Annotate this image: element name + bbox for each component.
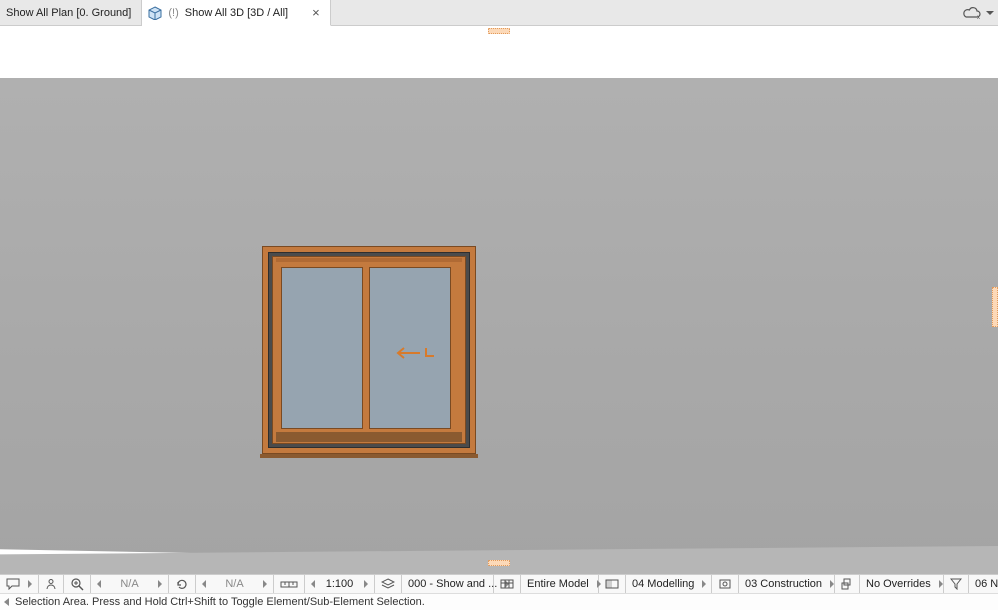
angle-2-value: N/A — [225, 578, 243, 590]
sash-track-top — [276, 258, 462, 262]
chevron-right-icon — [702, 580, 706, 588]
tab-bar: Show All Plan [0. Ground] (!) Show All 3… — [0, 0, 998, 26]
close-icon[interactable]: × — [312, 5, 320, 20]
panel-drag-handle-bottom[interactable] — [488, 560, 510, 566]
chevron-left-icon[interactable] — [311, 580, 315, 588]
zoom-button[interactable] — [64, 575, 91, 593]
tab-3d-prefix: (!) — [168, 7, 178, 19]
scale-field[interactable]: 1:100 — [305, 575, 375, 593]
opening-direction-arrow-icon — [388, 344, 436, 362]
rotate-icon-button[interactable] — [169, 575, 196, 593]
chevron-down-icon[interactable] — [986, 11, 994, 15]
renovation-phase-field[interactable]: 04 Modelling — [626, 575, 712, 593]
chevron-left-icon[interactable] — [202, 580, 206, 588]
override-field[interactable]: No Overrides — [860, 575, 944, 593]
angle-field-1[interactable]: N/A — [91, 575, 169, 593]
tab-3d-label: Show All 3D [3D / All] — [185, 7, 288, 19]
panel-drag-handle-top[interactable] — [488, 28, 510, 34]
filter-field[interactable]: 06 No Filters Ap... — [969, 575, 998, 593]
status-bar: N/A N/A 1:100 000 - Show and ... — [0, 574, 998, 593]
layer-combination-field[interactable]: 000 - Show and ... — [402, 575, 494, 593]
override-value: No Overrides — [866, 578, 931, 590]
speech-bubble-button[interactable] — [0, 575, 39, 593]
construction-phase-field[interactable]: 03 Construction — [739, 575, 835, 593]
cloud-icon[interactable]: x — [960, 6, 982, 20]
override-icon[interactable] — [835, 575, 860, 593]
chevron-right-icon — [28, 580, 32, 588]
cube-icon — [148, 6, 162, 20]
scale-value: 1:100 — [326, 578, 354, 590]
chevron-right-icon — [939, 580, 943, 588]
toolbar-strip — [0, 26, 998, 40]
window-element[interactable] — [262, 246, 476, 454]
layers-icon[interactable] — [375, 575, 402, 593]
viewport-3d[interactable] — [0, 40, 998, 574]
window-pane-left — [278, 264, 366, 432]
chevron-right-icon[interactable] — [263, 580, 267, 588]
scale-icon[interactable] — [274, 575, 305, 593]
hint-bar: Selection Area. Press and Hold Ctrl+Shif… — [0, 593, 998, 610]
construction-icon[interactable] — [712, 575, 739, 593]
tab-plan-label: Show All Plan [0. Ground] — [6, 7, 131, 19]
phase-icon[interactable] — [599, 575, 626, 593]
angle-field-2[interactable]: N/A — [196, 575, 274, 593]
model-filter-field[interactable]: Entire Model — [521, 575, 599, 593]
panel-drag-handle-right[interactable] — [992, 287, 998, 327]
layer-combination-value: 000 - Show and ... — [408, 578, 497, 590]
chevron-left-icon[interactable] — [97, 580, 101, 588]
model-icon[interactable] — [494, 575, 521, 593]
person-button[interactable] — [39, 575, 64, 593]
chevron-right-icon[interactable] — [364, 580, 368, 588]
chevron-right-icon — [830, 580, 834, 588]
tab-3d[interactable]: (!) Show All 3D [3D / All] × — [142, 0, 330, 26]
tab-plan[interactable]: Show All Plan [0. Ground] — [0, 0, 142, 25]
chevron-right-icon[interactable] — [158, 580, 162, 588]
svg-text:x: x — [977, 15, 980, 20]
filter-icon[interactable] — [944, 575, 969, 593]
model-filter-value: Entire Model — [527, 578, 589, 590]
construction-value: 03 Construction — [745, 578, 822, 590]
sky-area — [0, 40, 998, 78]
phase-value: 04 Modelling — [632, 578, 694, 590]
hint-text: Selection Area. Press and Hold Ctrl+Shif… — [15, 596, 425, 608]
wall-surface — [0, 78, 998, 574]
sash-track-bottom — [276, 432, 462, 442]
filter-value: 06 No Filters Ap... — [975, 578, 998, 590]
angle-1-value: N/A — [120, 578, 138, 590]
chevron-left-icon[interactable] — [4, 598, 9, 606]
